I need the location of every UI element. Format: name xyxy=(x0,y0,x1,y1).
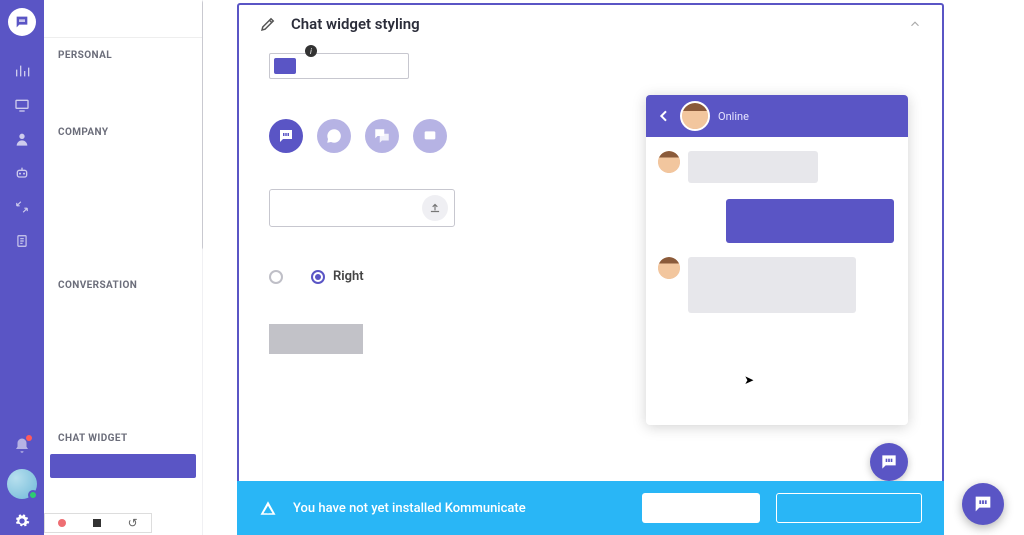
cursor-pointer-icon: ➤ xyxy=(744,373,754,387)
nav-monitor-icon[interactable] xyxy=(0,88,44,122)
sidebar-item-active[interactable] xyxy=(50,454,196,478)
preview-launcher-bubble xyxy=(870,443,908,481)
icon-upload-input[interactable] xyxy=(269,189,455,227)
nav-compress-icon[interactable] xyxy=(0,190,44,224)
presence-indicator-icon xyxy=(28,490,38,500)
back-chevron-icon[interactable] xyxy=(656,108,672,124)
radio-circle-selected-icon xyxy=(311,270,325,284)
launcher-icon-option-4[interactable] xyxy=(413,119,447,153)
preview-outgoing-bubble xyxy=(726,199,894,243)
radio-circle-icon xyxy=(269,270,283,284)
nav-analytics-icon[interactable] xyxy=(0,54,44,88)
edit-pencil-icon xyxy=(259,15,277,33)
main-content: Chat widget styling i xyxy=(203,0,1024,535)
nav-user-icon[interactable] xyxy=(0,122,44,156)
stop-icon[interactable] xyxy=(93,519,101,527)
preview-agent-avatar xyxy=(680,101,710,131)
notification-dot-icon xyxy=(26,435,32,441)
install-primary-button[interactable] xyxy=(642,493,760,523)
position-left-radio[interactable] xyxy=(269,270,283,284)
settings-gear-icon[interactable] xyxy=(0,507,44,535)
launcher-icon-option-2[interactable] xyxy=(317,119,351,153)
install-secondary-button[interactable] xyxy=(776,493,922,523)
launcher-icon-options xyxy=(269,119,599,153)
sidebar-section-chatwidget: CHAT WIDGET xyxy=(44,421,202,450)
preview-incoming-bubble-2 xyxy=(688,257,856,313)
install-banner-text: You have not yet installed Kommunicate xyxy=(293,501,526,516)
record-icon[interactable] xyxy=(58,519,66,527)
settings-sidebar: PERSONAL COMPANY CONVERSATION CHAT WIDGE… xyxy=(44,0,203,535)
primary-color-input[interactable] xyxy=(269,53,409,79)
chat-widget-styling-panel: Chat widget styling i xyxy=(237,3,944,535)
brand-logo-icon[interactable] xyxy=(8,8,36,36)
placeholder-block xyxy=(269,324,363,354)
color-swatch xyxy=(274,58,296,74)
widget-position-radio-group: Right xyxy=(269,269,599,284)
left-rail xyxy=(0,0,44,535)
upload-icon[interactable] xyxy=(422,195,448,221)
redo-icon[interactable]: ↺ xyxy=(128,516,138,530)
nav-bot-icon[interactable] xyxy=(0,156,44,190)
user-avatar[interactable] xyxy=(7,469,37,499)
panel-title: Chat widget styling xyxy=(291,15,420,33)
preview-incoming-bubble xyxy=(688,151,818,183)
chat-widget-preview: Online ➤ xyxy=(646,95,908,425)
position-right-label: Right xyxy=(333,269,364,284)
info-icon[interactable]: i xyxy=(305,45,317,57)
nav-doc-icon[interactable] xyxy=(0,224,44,258)
collapse-chevron-icon[interactable] xyxy=(908,17,922,31)
sidebar-section-conversation: CONVERSATION xyxy=(44,268,202,297)
sidebar-section-company: COMPANY xyxy=(44,115,202,144)
launcher-icon-option-1[interactable] xyxy=(269,119,303,153)
launcher-icon-option-3[interactable] xyxy=(365,119,399,153)
position-right-radio[interactable]: Right xyxy=(311,269,364,284)
install-banner: You have not yet installed Kommunicate xyxy=(237,481,944,535)
warning-triangle-icon xyxy=(259,499,277,517)
preview-status-text: Online xyxy=(718,110,749,123)
preview-msg-avatar-2 xyxy=(658,257,680,279)
preview-header: Online xyxy=(646,95,908,137)
chat-launcher-button[interactable] xyxy=(962,483,1004,525)
preview-msg-avatar xyxy=(658,151,680,173)
screen-recorder-toolbar: ↺ xyxy=(44,513,152,533)
notifications-bell-icon[interactable] xyxy=(0,429,44,463)
sidebar-section-personal: PERSONAL xyxy=(44,38,202,67)
